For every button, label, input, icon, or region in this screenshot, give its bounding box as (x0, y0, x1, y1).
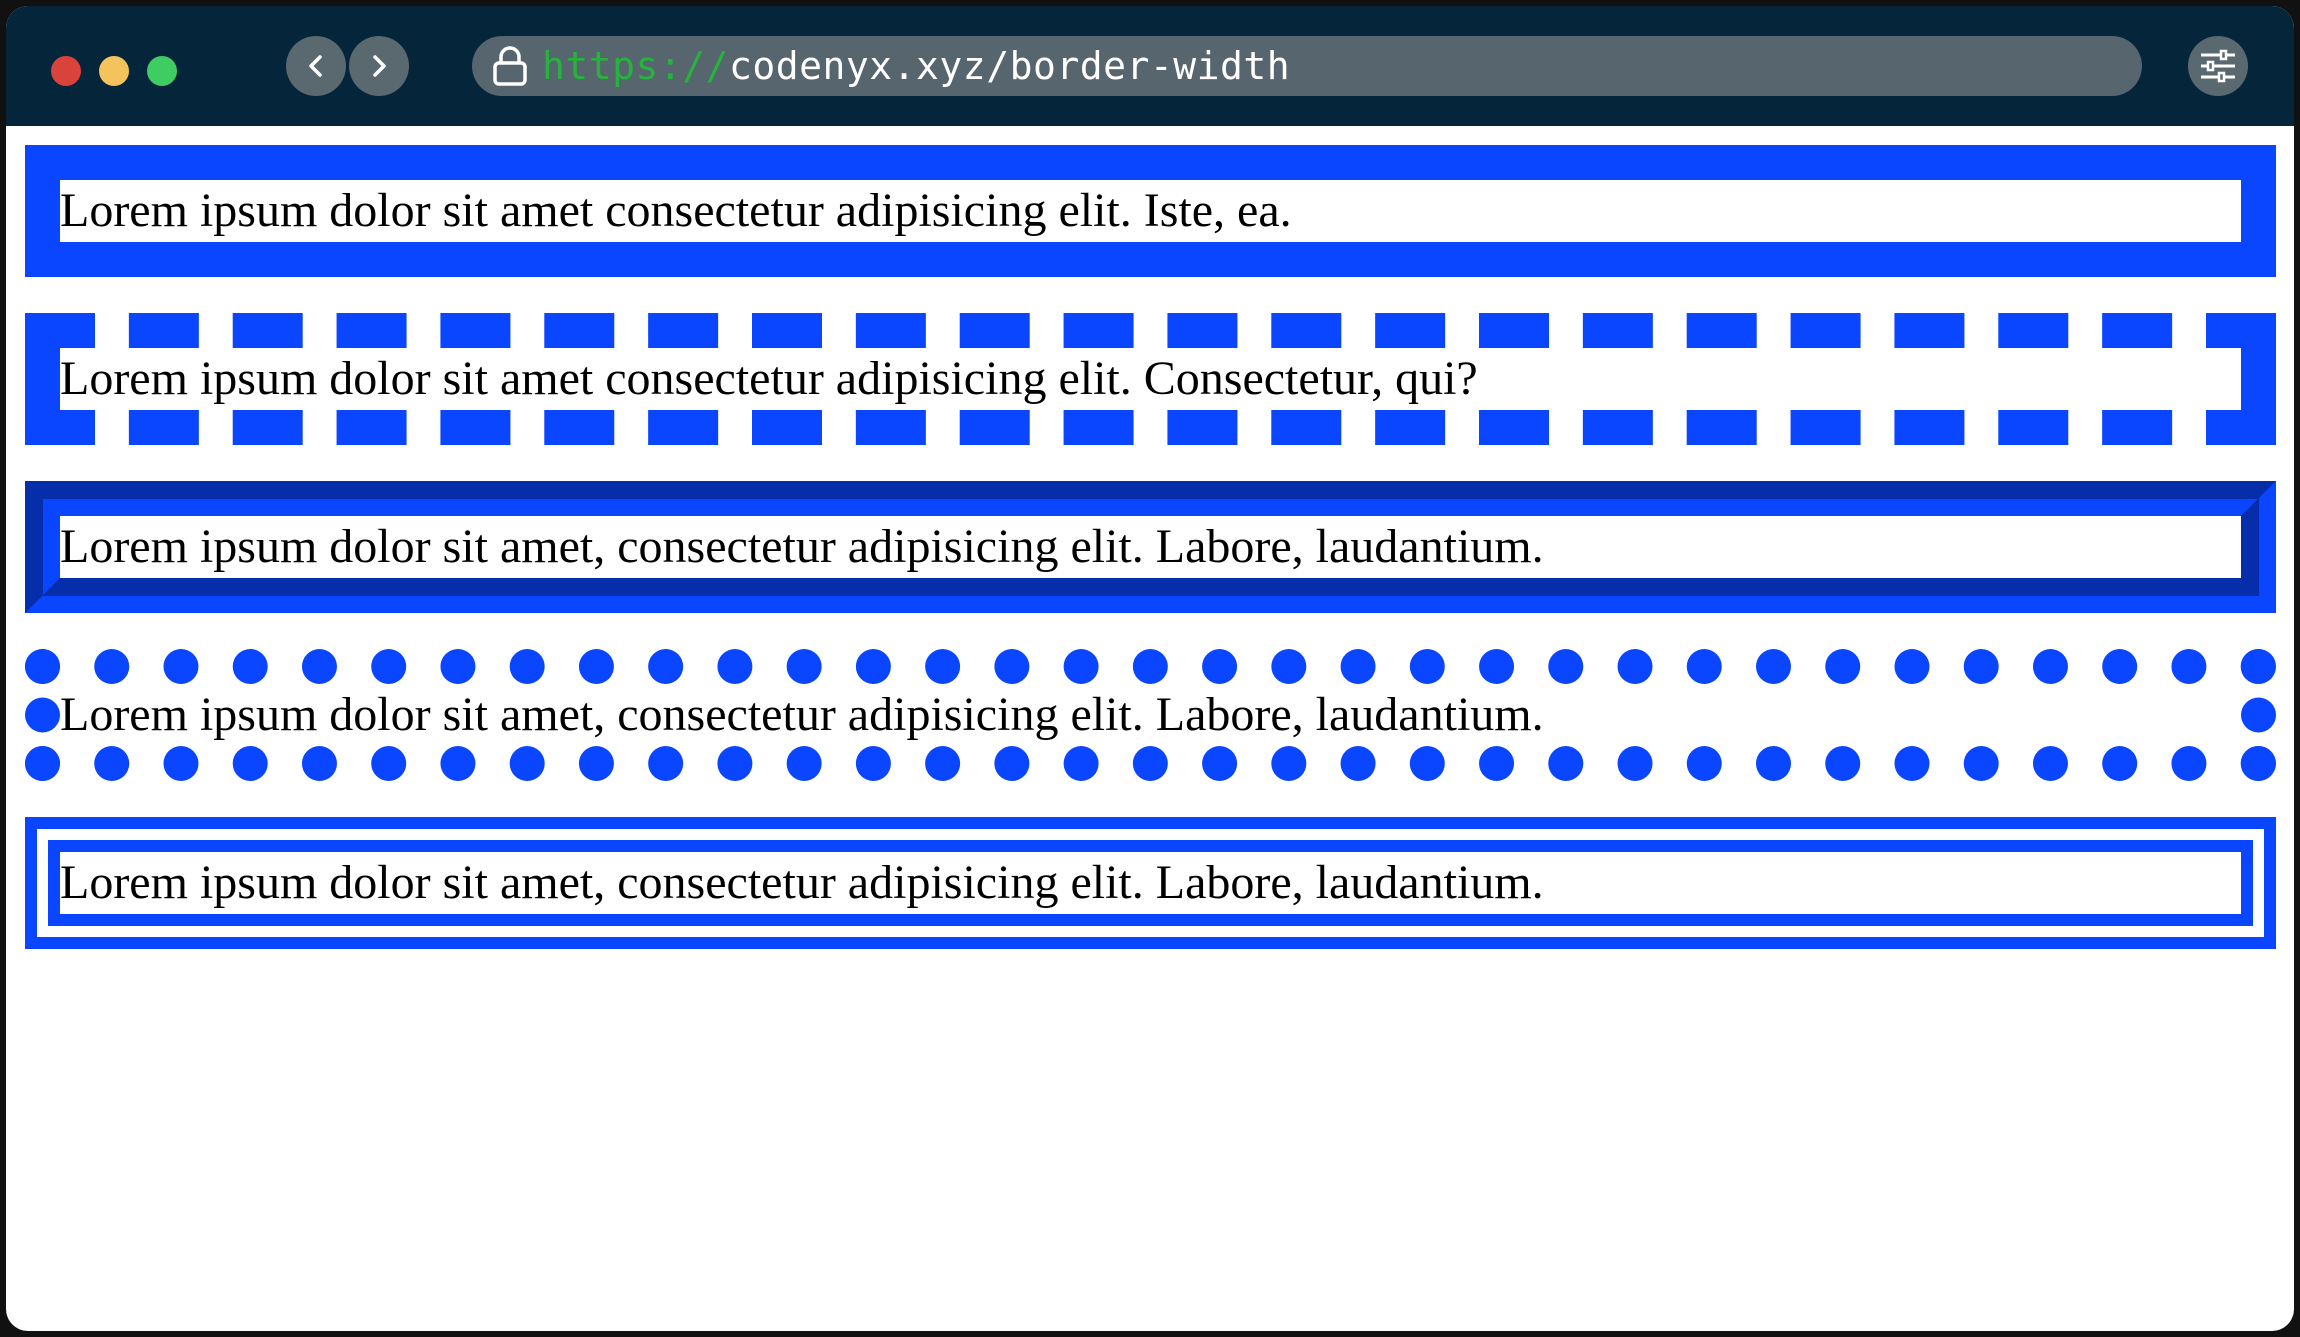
url-path: codenyx.xyz/border-width (729, 44, 1291, 88)
url-text: https://codenyx.xyz/border-width (542, 44, 1290, 88)
browser-window: https://codenyx.xyz/border-width Lorem i… (6, 6, 2294, 1331)
browser-titlebar: https://codenyx.xyz/border-width (6, 6, 2294, 126)
dashed-border-box: Lorem ipsum dolor sit amet consectetur a… (25, 313, 2276, 445)
chevron-left-icon (309, 55, 322, 77)
groove-border-box: Lorem ipsum dolor sit amet, consectetur … (25, 481, 2276, 613)
settings-button[interactable] (2188, 36, 2248, 96)
url-protocol: https:// (542, 44, 730, 88)
forward-button[interactable] (349, 36, 409, 96)
minimize-window-dot[interactable] (99, 56, 129, 86)
close-window-dot[interactable] (51, 56, 81, 86)
double-border-box: Lorem ipsum dolor sit amet, consectetur … (25, 817, 2276, 949)
back-button[interactable] (286, 36, 346, 96)
solid-border-box: Lorem ipsum dolor sit amet consectetur a… (25, 145, 2276, 277)
chevron-right-icon (373, 55, 386, 77)
address-bar[interactable]: https://codenyx.xyz/border-width (472, 36, 2142, 96)
maximize-window-dot[interactable] (147, 56, 177, 86)
dotted-border-box: Lorem ipsum dolor sit amet, consectetur … (25, 649, 2276, 781)
page-content: Lorem ipsum dolor sit amet consectetur a… (25, 145, 2276, 985)
lock-icon (490, 44, 530, 88)
sliders-icon (2201, 49, 2235, 83)
